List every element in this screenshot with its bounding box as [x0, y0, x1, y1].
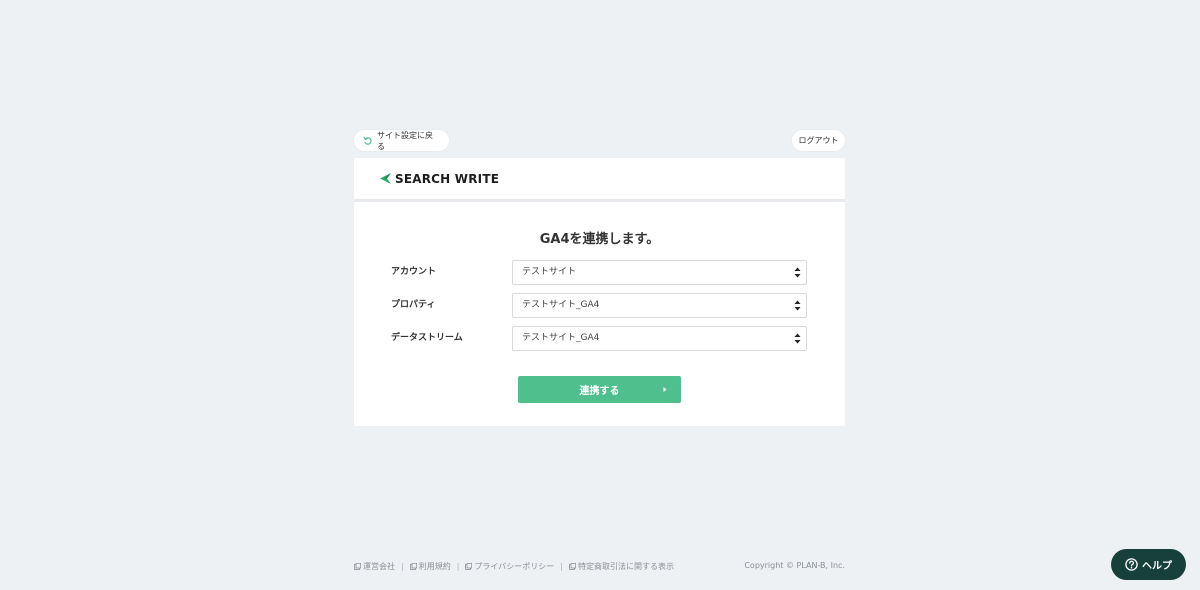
undo-arrow-icon	[363, 136, 373, 146]
footer-link-privacy-label: プライバシーポリシー	[474, 562, 555, 571]
link-submit-button[interactable]: 連携する	[518, 376, 681, 403]
data-stream-select[interactable]: テストサイト_GA4	[512, 326, 807, 351]
logout-button-label: ログアウト	[798, 136, 839, 145]
brand-logo: SEARCH WRITE	[379, 172, 499, 186]
data-stream-label: データストリーム	[391, 333, 463, 343]
footer-link-commerce-act[interactable]: 特定商取引法に関する表示	[569, 561, 674, 572]
property-selected-value: テストサイト_GA4	[522, 300, 600, 310]
page: サイト設定に戻る ログアウト SEARCH WRITE GA4を連携します。 ア…	[0, 0, 1200, 590]
footer-link-terms[interactable]: 利用規約	[409, 561, 451, 572]
copyright: Copyright © PLAN-B, Inc.	[744, 561, 845, 570]
ga4-link-card: SEARCH WRITE GA4を連携します。 アカウント テストサイト プロパ…	[354, 158, 845, 426]
external-link-icon	[465, 563, 473, 570]
caret-right-icon	[663, 387, 667, 392]
footer-link-terms-label: 利用規約	[418, 562, 451, 571]
footer-separator: |	[456, 562, 460, 571]
footer-link-company[interactable]: 運営会社	[354, 561, 395, 572]
account-row: アカウント テストサイト	[391, 260, 807, 285]
data-stream-selected-value: テストサイト_GA4	[522, 333, 600, 343]
page-title: GA4を連携します。	[539, 232, 660, 247]
footer-links: 運営会社 | 利用規約 | プライバシーポリシー | 特定商取引法に関する表示	[354, 561, 674, 572]
footer-separator: |	[560, 562, 563, 571]
help-button-label: ヘルプ	[1142, 561, 1172, 572]
account-select[interactable]: テストサイト	[512, 260, 807, 285]
card-header: SEARCH WRITE	[354, 158, 845, 202]
updown-arrows-icon	[794, 267, 801, 278]
submit-button-label: 連携する	[579, 386, 620, 397]
back-to-site-settings-button[interactable]: サイト設定に戻る	[354, 130, 449, 151]
updown-arrows-icon	[794, 333, 801, 344]
brand-name: SEARCH WRITE	[395, 171, 500, 186]
logout-button[interactable]: ログアウト	[792, 130, 845, 151]
footer-link-privacy[interactable]: プライバシーポリシー	[465, 561, 554, 572]
brand-mark-icon	[380, 173, 391, 184]
top-bar: サイト設定に戻る ログアウト	[354, 130, 845, 151]
help-button[interactable]: ヘルプ	[1111, 549, 1186, 580]
external-link-icon	[354, 563, 361, 570]
footer-separator: |	[401, 562, 404, 571]
account-selected-value: テストサイト	[522, 267, 577, 277]
account-label: アカウント	[391, 267, 437, 277]
footer-link-commerce-act-label: 特定商取引法に関する表示	[577, 562, 674, 571]
updown-arrows-icon	[794, 300, 801, 311]
footer: 運営会社 | 利用規約 | プライバシーポリシー | 特定商取引法に関する表示 …	[354, 561, 845, 573]
question-circle-icon	[1125, 558, 1138, 571]
external-link-icon	[409, 563, 417, 570]
data-stream-row: データストリーム テストサイト_GA4	[391, 326, 807, 351]
external-link-icon	[569, 563, 576, 570]
property-label: プロパティ	[391, 300, 436, 310]
property-select[interactable]: テストサイト_GA4	[512, 293, 807, 318]
property-row: プロパティ テストサイト_GA4	[391, 293, 807, 318]
footer-link-company-label: 運営会社	[363, 562, 395, 571]
back-button-label: サイト設定に戻る	[377, 130, 433, 151]
